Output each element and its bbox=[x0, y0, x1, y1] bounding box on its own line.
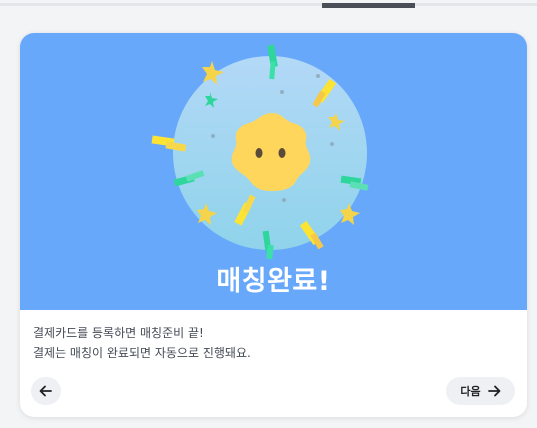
top-divider bbox=[0, 3, 537, 6]
next-button[interactable]: 다음 bbox=[446, 377, 515, 405]
arrow-right-icon bbox=[487, 385, 501, 397]
onboarding-card: 매칭완료! 결제카드를 등록하면 매칭준비 끝! 결제는 매칭이 완료되면 자동… bbox=[20, 33, 527, 417]
description: 결제카드를 등록하면 매칭준비 끝! 결제는 매칭이 완료되면 자동으로 진행돼… bbox=[33, 323, 251, 363]
arrow-left-icon bbox=[39, 385, 52, 397]
prev-button[interactable] bbox=[31, 377, 61, 405]
hero-title: 매칭완료! bbox=[216, 266, 331, 297]
hero-illustration: 매칭완료! bbox=[20, 33, 527, 310]
next-button-label: 다음 bbox=[460, 385, 481, 398]
description-line-2: 결제는 매칭이 완료되면 자동으로 진행돼요. bbox=[33, 346, 251, 360]
description-line-1: 결제카드를 등록하면 매칭준비 끝! bbox=[33, 326, 204, 340]
active-tab-indicator bbox=[322, 3, 415, 8]
